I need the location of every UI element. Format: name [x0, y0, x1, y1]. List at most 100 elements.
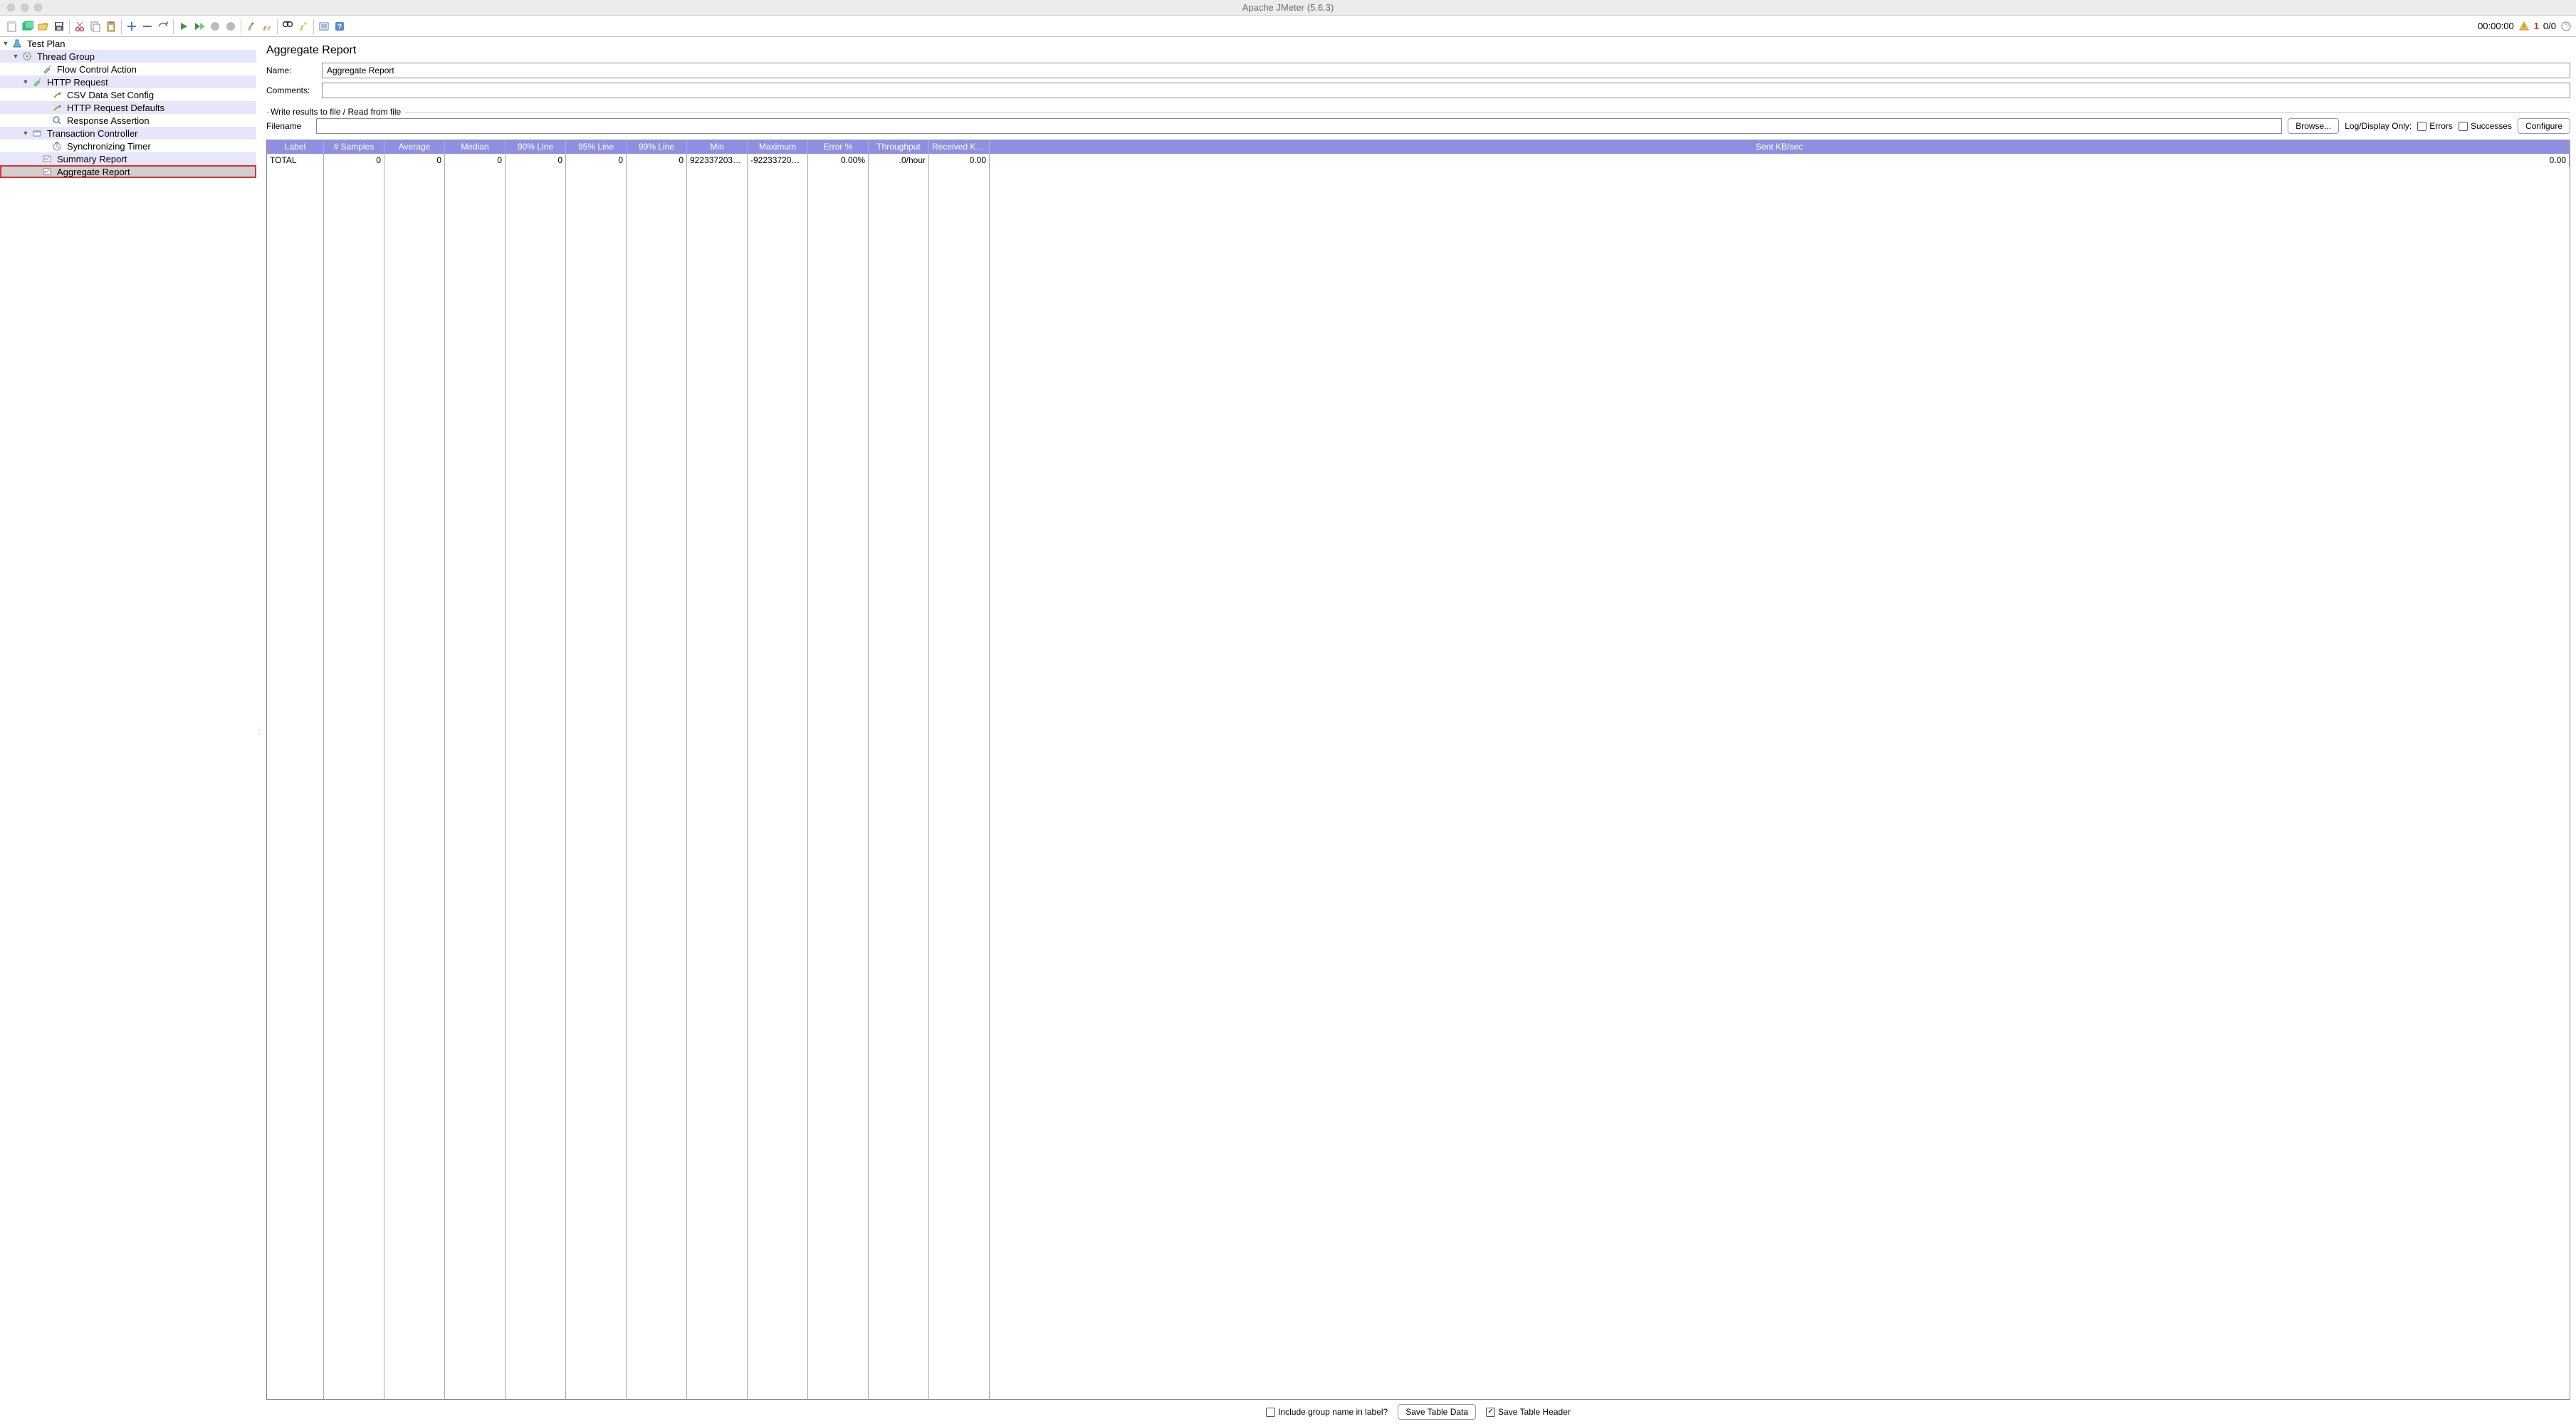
function-helper-button[interactable] — [316, 19, 332, 34]
th-samples[interactable]: # Samples — [324, 140, 384, 154]
configure-button[interactable]: Configure — [2518, 118, 2570, 134]
tree-label: Thread Group — [36, 51, 95, 62]
th-throughput[interactable]: Throughput — [869, 140, 929, 154]
tree-node-transaction-controller[interactable]: ▼ Transaction Controller — [0, 127, 256, 140]
th-median[interactable]: Median — [445, 140, 506, 154]
th-max[interactable]: Maximum — [748, 140, 808, 154]
toolbar-status: 00:00:00 ! 1 0/0 — [2478, 21, 2572, 32]
save-table-header-checkbox[interactable]: Save Table Header — [1486, 1407, 1571, 1417]
editor-panel: Aggregate Report Name: Comments: ·Write … — [261, 37, 2576, 1424]
editor-title: Aggregate Report — [266, 44, 2570, 57]
svg-text:!: ! — [2523, 23, 2525, 31]
warning-count: 1 — [2534, 21, 2539, 31]
config-icon — [51, 89, 63, 100]
cell-average: 0 — [384, 154, 445, 167]
paste-button[interactable] — [103, 19, 119, 34]
tree-label: Test Plan — [26, 38, 65, 49]
th-sent[interactable]: Sent KB/sec — [990, 140, 2570, 154]
templates-button[interactable] — [20, 19, 36, 34]
toggle-button[interactable] — [155, 19, 171, 34]
tree-node-http-defaults[interactable]: ▼ HTTP Request Defaults — [0, 101, 256, 114]
write-results-legend: ·Write results to file / Read from file — [266, 107, 2570, 117]
table-body: TOTAL 0 0 0 0 0 0 92233720368... -922337… — [267, 154, 2570, 1399]
filename-input[interactable] — [316, 118, 2282, 134]
stop-button[interactable] — [207, 19, 223, 34]
tree-node-http-request[interactable]: ▼ HTTP Request — [0, 75, 256, 88]
tree-node-thread-group[interactable]: ▼ Thread Group — [0, 50, 256, 63]
cell-95: 0 — [566, 154, 627, 167]
test-plan-tree[interactable]: ▼ Test Plan ▼ Thread Group ▼ Flow Contro… — [0, 37, 256, 1424]
table-row[interactable]: TOTAL 0 0 0 0 0 0 92233720368... -922337… — [267, 154, 2570, 167]
th-error[interactable]: Error % — [808, 140, 869, 154]
sampler-icon — [41, 63, 53, 75]
successes-checkbox[interactable]: Successes — [2459, 121, 2512, 131]
help-button[interactable]: ? — [332, 19, 347, 34]
th-95line[interactable]: 95% Line — [566, 140, 627, 154]
cell-90: 0 — [506, 154, 566, 167]
log-display-label: Log/Display Only: — [2345, 121, 2412, 131]
cell-recv: 0.00 — [929, 154, 990, 167]
tree-node-test-plan[interactable]: ▼ Test Plan — [0, 37, 256, 50]
th-received[interactable]: Received KB/... — [929, 140, 990, 154]
save-button[interactable] — [51, 19, 67, 34]
search-button[interactable] — [280, 19, 295, 34]
reset-search-button[interactable] — [295, 19, 311, 34]
tree-node-aggregate-report[interactable]: ▼ Aggregate Report — [0, 165, 256, 178]
expand-toggle[interactable]: ▼ — [21, 78, 30, 85]
tree-label: HTTP Request Defaults — [66, 103, 164, 113]
cell-throughput: .0/hour — [869, 154, 929, 167]
cell-max: -9223372036... — [748, 154, 808, 167]
close-window-button[interactable] — [7, 4, 15, 11]
tree-node-response-assertion[interactable]: ▼ Response Assertion — [0, 114, 256, 127]
copy-button[interactable] — [88, 19, 103, 34]
errors-checkbox[interactable]: Errors — [2417, 121, 2453, 131]
include-group-checkbox[interactable]: Include group name in label? — [1266, 1407, 1388, 1417]
tree-label: Response Assertion — [66, 115, 150, 126]
tree-label: Aggregate Report — [56, 167, 130, 177]
cut-button[interactable] — [72, 19, 88, 34]
tree-label: Summary Report — [56, 154, 127, 164]
th-label[interactable]: Label — [267, 140, 324, 154]
tree-node-csv-config[interactable]: ▼ CSV Data Set Config — [0, 88, 256, 101]
results-table[interactable]: Label # Samples Average Median 90% Line … — [266, 140, 2570, 1400]
tree-node-summary-report[interactable]: ▼ Summary Report — [0, 152, 256, 165]
minimize-window-button[interactable] — [21, 4, 28, 11]
zoom-window-button[interactable] — [34, 4, 42, 11]
save-table-data-button[interactable]: Save Table Data — [1398, 1404, 1476, 1420]
clear-all-button[interactable] — [259, 19, 275, 34]
run-indicator-icon — [2560, 21, 2572, 32]
main-toolbar: ? 00:00:00 ! 1 0/0 — [0, 16, 2576, 37]
elapsed-time: 00:00:00 — [2478, 21, 2514, 31]
table-footer-controls: Include group name in label? Save Table … — [266, 1400, 2570, 1421]
clear-button[interactable] — [244, 19, 259, 34]
th-99line[interactable]: 99% Line — [627, 140, 687, 154]
warning-icon[interactable]: ! — [2518, 21, 2530, 32]
th-90line[interactable]: 90% Line — [506, 140, 566, 154]
comments-label: Comments: — [266, 85, 316, 95]
add-button[interactable] — [124, 19, 140, 34]
cell-label: TOTAL — [267, 154, 324, 167]
start-no-timers-button[interactable] — [192, 19, 207, 34]
assertion-icon — [51, 115, 63, 126]
tree-node-sync-timer[interactable]: ▼ Synchronizing Timer — [0, 140, 256, 152]
tree-node-flow-control[interactable]: ▼ Flow Control Action — [0, 63, 256, 75]
cell-sent: 0.00 — [990, 154, 2570, 167]
open-button[interactable] — [36, 19, 51, 34]
th-min[interactable]: Min — [687, 140, 748, 154]
cell-median: 0 — [445, 154, 506, 167]
expand-toggle[interactable]: ▼ — [21, 130, 30, 137]
name-input[interactable] — [322, 63, 2570, 78]
sampler-icon — [31, 76, 43, 88]
filename-label: Filename — [266, 121, 310, 131]
th-average[interactable]: Average — [384, 140, 445, 154]
expand-toggle[interactable]: ▼ — [11, 53, 20, 60]
shutdown-button[interactable] — [223, 19, 239, 34]
flask-icon — [11, 38, 23, 49]
browse-button[interactable]: Browse... — [2288, 118, 2339, 134]
new-button[interactable] — [4, 19, 20, 34]
comments-input[interactable] — [322, 83, 2570, 98]
remove-button[interactable] — [140, 19, 155, 34]
start-button[interactable] — [176, 19, 192, 34]
expand-toggle[interactable]: ▼ — [1, 40, 10, 47]
window-titlebar: Apache JMeter (5.6.3) — [0, 0, 2576, 16]
